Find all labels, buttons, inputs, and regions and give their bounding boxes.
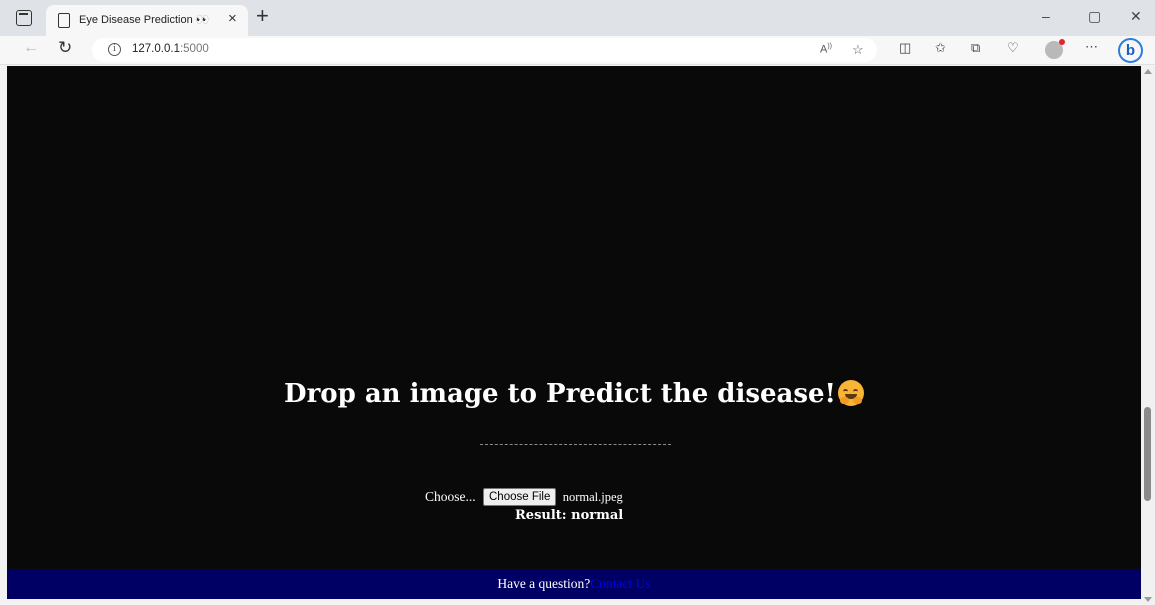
tab-actions-icon[interactable] bbox=[16, 10, 32, 26]
scrollbar-thumb[interactable] bbox=[1144, 407, 1151, 501]
page-icon bbox=[58, 13, 70, 28]
split-screen-icon[interactable]: ◫ bbox=[899, 40, 911, 56]
browser-toolbar: ← ↻ i 127.0.0.1:5000 A)) ☆ ◫ ✩ ⧉ ♡ ⋯ bbox=[0, 36, 1155, 65]
favorites-icon[interactable]: ✩ bbox=[935, 40, 946, 56]
read-aloud-icon[interactable]: A)) bbox=[820, 43, 832, 56]
minimize-button[interactable]: – bbox=[1042, 8, 1050, 24]
file-upload-row: Choose... Choose File normal.jpeg bbox=[425, 488, 623, 506]
page-footer: Have a question?Contact Us bbox=[7, 569, 1141, 599]
page-viewport: Drop an image to Predict the disease! Ch… bbox=[7, 66, 1141, 599]
browser-tab[interactable]: Eye Disease Prediction 👀 × bbox=[46, 5, 248, 36]
address-bar[interactable]: i 127.0.0.1:5000 A)) ☆ bbox=[92, 38, 877, 62]
choose-file-button[interactable]: Choose File bbox=[483, 488, 557, 506]
collections-icon[interactable]: ⧉ bbox=[971, 40, 980, 56]
notification-dot bbox=[1059, 39, 1065, 45]
url-port: :5000 bbox=[179, 43, 209, 55]
file-input-label: Choose... bbox=[425, 489, 476, 504]
tab-strip: Eye Disease Prediction 👀 × + – ▢ ✕ bbox=[0, 0, 1155, 36]
url-text[interactable]: 127.0.0.1:5000 bbox=[132, 43, 209, 55]
page-headline: Drop an image to Predict the disease! bbox=[7, 379, 1141, 409]
prediction-result: Result: normal bbox=[515, 508, 624, 523]
browser-window: Eye Disease Prediction 👀 × + – ▢ ✕ ← ↻ i… bbox=[0, 0, 1155, 605]
dashed-divider bbox=[480, 444, 671, 445]
browser-essentials-icon[interactable]: ♡ bbox=[1007, 40, 1019, 56]
selected-file-name: normal.jpeg bbox=[562, 489, 623, 504]
bing-copilot-icon[interactable]: b bbox=[1118, 38, 1143, 63]
restore-button[interactable]: ▢ bbox=[1088, 8, 1101, 25]
vertical-scrollbar[interactable] bbox=[1141, 66, 1155, 605]
scroll-up-arrow-icon[interactable] bbox=[1144, 69, 1152, 74]
reload-icon[interactable]: ↻ bbox=[58, 38, 72, 58]
scroll-down-arrow-icon[interactable] bbox=[1144, 597, 1152, 602]
favorite-star-icon[interactable]: ☆ bbox=[852, 42, 864, 58]
more-icon[interactable]: ⋯ bbox=[1085, 39, 1098, 55]
url-host: 127.0.0.1 bbox=[132, 43, 180, 55]
back-icon[interactable]: ← bbox=[23, 39, 39, 57]
headline-text: Drop an image to Predict the disease! bbox=[284, 379, 836, 409]
close-window-button[interactable]: ✕ bbox=[1130, 8, 1142, 25]
contact-us-link[interactable]: Contact Us bbox=[590, 576, 650, 591]
new-tab-button[interactable]: + bbox=[256, 3, 269, 29]
footer-question: Have a question? bbox=[497, 576, 591, 591]
hugging-face-emoji-icon bbox=[837, 380, 864, 406]
info-icon[interactable]: i bbox=[108, 43, 121, 56]
tab-close-icon[interactable]: × bbox=[228, 10, 237, 27]
tab-title: Eye Disease Prediction 👀 bbox=[79, 14, 210, 26]
